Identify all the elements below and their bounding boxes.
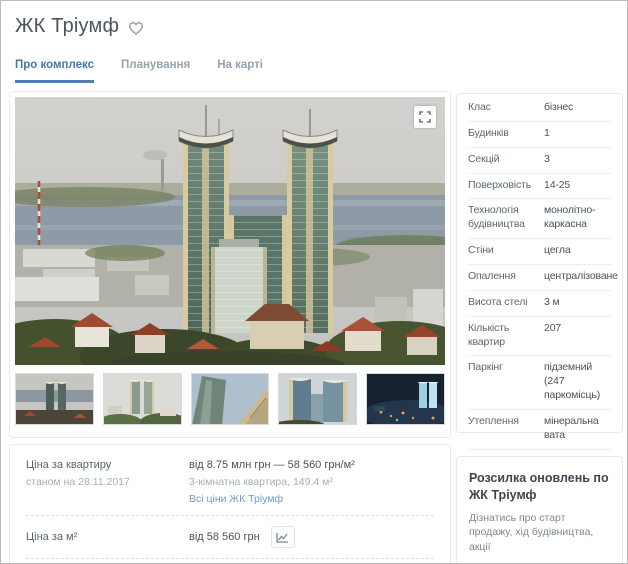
price-apartment-label-block: Ціна за квартиру станом на 28.11.2017 [26,459,189,505]
detail-row-class: Клас бізнес [468,96,611,121]
detail-row-walls: Стіни цегла [468,238,611,264]
thumbnail-1[interactable] [15,373,94,425]
photo-gallery-card [9,91,451,438]
detail-label: Утеплення [468,415,544,443]
detail-label: Кількість квартир [468,322,544,350]
price-m2-label: Ціна за м² [26,531,189,543]
price-m2-row: Ціна за м² від 58 560 грн [26,515,434,558]
detail-row-floors: Поверховість 14-25 [468,173,611,199]
page-header: ЖК Тріумф [15,15,145,38]
complex-page: ЖК Тріумф Про комплекс Планування На кар… [0,0,628,564]
detail-label: Секцій [468,153,544,167]
detail-value: монолітно-каркасна [544,204,611,232]
detail-label: Висота стелі [468,296,544,310]
subscribe-card: Розсилка оновлень по ЖК Тріумф Дізнатись… [456,456,623,564]
detail-row-ceiling: Висота стелі 3 м [468,290,611,316]
detail-row-parking: Паркінг підземний (247 паркомісць) [468,355,611,409]
tab-map[interactable]: На карті [217,59,263,83]
page-title: ЖК Тріумф [15,15,119,38]
detail-row-apartments: Кількість квартир 207 [468,316,611,356]
detail-value: 3 [544,153,611,167]
tab-bar: Про комплекс Планування На карті [15,59,263,83]
detail-value: 1 [544,127,611,141]
thumbnail-4[interactable] [278,373,357,425]
detail-row-technology: Технологія будівництва монолітно-каркасн… [468,198,611,238]
detail-value: 3 м [544,296,611,310]
detail-label: Технологія будівництва [468,204,544,232]
tab-about[interactable]: Про комплекс [15,59,94,83]
main-photo[interactable] [15,97,445,365]
thumbnail-3[interactable] [191,373,270,425]
price-chart-button[interactable] [271,526,295,548]
detail-label: Клас [468,101,544,115]
thumbnail-strip [15,373,445,425]
location-row: Розташування Новобудови Києва, Печерськи… [26,558,434,564]
detail-value: 207 [544,322,611,350]
subscribe-description: Дізнатись про старт продажу, хід будівни… [469,511,610,555]
detail-value: централізоване [544,270,618,284]
detail-label: Будинків [468,127,544,141]
detail-value: підземний (247 паркомісць) [544,361,611,403]
price-m2-value-block: від 58 560 грн [189,526,434,548]
price-apartment-label: Ціна за квартиру [26,459,189,471]
heart-icon[interactable] [127,19,145,37]
detail-label: Опалення [468,270,544,284]
price-date: станом на 28.11.2017 [26,476,189,488]
detail-row-buildings: Будинків 1 [468,121,611,147]
price-apartment-subvalue: 3-кімнатна квартира, 149.4 м² [189,476,434,488]
price-apartment-row: Ціна за квартиру станом на 28.11.2017 ві… [26,449,434,515]
detail-label: Стіни [468,244,544,258]
details-card: Клас бізнес Будинків 1 Секцій 3 Поверхов… [456,93,623,433]
pricing-card: Ціна за квартиру станом на 28.11.2017 ві… [9,444,451,564]
detail-row-insulation: Утеплення мінеральна вата [468,409,611,449]
detail-row-sections: Секцій 3 [468,147,611,173]
detail-label: Поверховість [468,179,544,193]
tab-layouts[interactable]: Планування [121,59,190,83]
all-prices-link[interactable]: Всі ціни ЖК Тріумф [189,493,283,505]
price-apartment-value-block: від 8.75 млн грн — 58 560 грн/м² 3-кімна… [189,459,434,505]
thumbnail-2[interactable] [103,373,182,425]
detail-value: мінеральна вата [544,415,611,443]
thumbnail-5[interactable] [366,373,445,425]
detail-value: 14-25 [544,179,611,193]
detail-row-heating: Опалення централізоване [468,264,611,290]
detail-label: Паркінг [468,361,544,403]
price-m2-value: від 58 560 грн [189,531,260,543]
price-apartment-value: від 8.75 млн грн — 58 560 грн/м² [189,459,434,471]
fullscreen-expand-icon[interactable] [414,106,436,128]
subscribe-title: Розсилка оновлень по ЖК Тріумф [469,470,610,504]
detail-value: бізнес [544,101,611,115]
detail-value: цегла [544,244,611,258]
